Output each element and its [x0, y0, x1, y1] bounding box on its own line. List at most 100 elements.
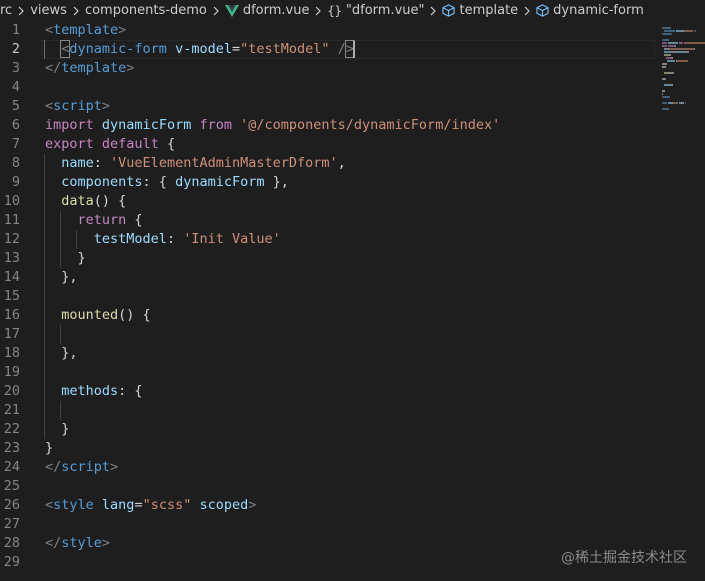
code-line: mounted() { [45, 306, 151, 325]
code-token: > [101, 98, 111, 114]
line-number[interactable]: 18 [0, 344, 20, 363]
line-number[interactable]: 1 [0, 21, 20, 40]
line-number[interactable]: 26 [0, 496, 20, 515]
code-line: </script> [45, 458, 118, 477]
breadcrumb-item-components-demo[interactable]: components-demo [85, 3, 207, 18]
line-number[interactable]: 12 [0, 230, 20, 249]
code-token: </ [45, 60, 62, 76]
code-line: <script> [45, 97, 110, 116]
code-token: > [110, 459, 119, 475]
code-token: }, [264, 174, 289, 190]
code-line: methods: { [45, 382, 143, 401]
chevron-right-icon [311, 6, 325, 16]
code-area[interactable]: <template> <dynamic-form v-model="testMo… [44, 21, 655, 581]
cube-icon [536, 4, 549, 17]
line-number[interactable]: 11 [0, 211, 20, 230]
code-token: } [45, 250, 86, 266]
line-number[interactable]: 4 [0, 78, 20, 97]
line-number[interactable]: 27 [0, 515, 20, 534]
code-line: } [45, 249, 86, 268]
code-token: style [61, 535, 102, 551]
code-editor[interactable]: 1 2 3 4 5 6 7 8 9 10 11 12 13 14 15 16 17 18 19 20 21 22 23 24 2… [0, 21, 705, 581]
code-token: script [61, 459, 111, 475]
code-token: </ [45, 535, 62, 551]
code-token: v-model [175, 41, 232, 57]
breadcrumb: rc views components-demo dform.vue {} "d… [0, 0, 705, 21]
line-number[interactable]: 22 [0, 420, 20, 439]
minimap-token [662, 90, 665, 92]
code-token: : [166, 231, 184, 247]
line-number[interactable]: 2 [0, 40, 20, 59]
breadcrumb-item-dynamic-form[interactable]: dynamic-form [536, 3, 644, 18]
indent-guide [60, 401, 61, 420]
line-number[interactable]: 6 [0, 116, 20, 135]
line-number[interactable]: 10 [0, 192, 20, 211]
line-number[interactable]: 20 [0, 382, 20, 401]
line-number[interactable]: 21 [0, 401, 20, 420]
line-number-gutter[interactable]: 1 2 3 4 5 6 7 8 9 10 11 12 13 14 15 16 17 18 19 20 21 22 23 24 2… [0, 21, 36, 581]
code-token: < [45, 98, 54, 114]
minimap-token [671, 57, 673, 59]
line-number[interactable]: 17 [0, 325, 20, 344]
breadcrumb-item-dform-vue[interactable]: dform.vue [224, 3, 309, 18]
line-number[interactable]: 8 [0, 154, 20, 173]
code-token: from [199, 117, 232, 133]
breadcrumb-item-dform-vue-symbol[interactable]: {} "dform.vue" [327, 3, 424, 18]
code-token: : { [118, 383, 143, 399]
code-token: / [337, 41, 346, 57]
minimap-token [668, 39, 670, 41]
minimap-token [662, 102, 668, 104]
line-number[interactable]: 23 [0, 439, 20, 458]
line-number[interactable]: 15 [0, 287, 20, 306]
code-token: () { [118, 307, 151, 323]
line-number[interactable]: 14 [0, 268, 20, 287]
code-token: return [77, 212, 127, 228]
line-number[interactable]: 28 [0, 534, 20, 553]
line-number[interactable]: 24 [0, 458, 20, 477]
line-number[interactable]: 19 [0, 363, 20, 382]
line-number[interactable]: 9 [0, 173, 20, 192]
breadcrumb-item-views[interactable]: views [30, 3, 67, 18]
indent-guide [60, 325, 61, 344]
chevron-right-icon [520, 6, 534, 16]
line-number[interactable]: 25 [0, 477, 20, 496]
minimap-token [694, 48, 696, 50]
code-token: testModel [93, 231, 167, 247]
breadcrumb-item-template[interactable]: template [442, 3, 518, 18]
breadcrumb-item-src[interactable]: rc [0, 3, 12, 18]
minimap-token [662, 42, 668, 44]
code-line: }, [45, 268, 77, 287]
code-line: testModel: 'Init Value' [45, 230, 281, 249]
breadcrumb-label: rc [0, 3, 13, 18]
indent-guide [76, 230, 77, 249]
code-token: export [45, 136, 94, 152]
code-line: name: 'VueElementAdminMasterDform', [45, 154, 346, 173]
minimap[interactable] [662, 21, 705, 581]
code-token: } [45, 440, 54, 456]
code-token: dynamicForm [101, 117, 192, 133]
indent-guide [60, 211, 61, 268]
minimap-token [662, 63, 667, 65]
code-token: > [248, 497, 257, 513]
line-number[interactable]: 7 [0, 135, 20, 154]
line-number[interactable]: 29 [0, 553, 20, 572]
code-token: { [158, 136, 176, 152]
vue-icon [224, 4, 239, 17]
code-token: 'Init Value' [183, 231, 281, 247]
chevron-right-icon [209, 6, 223, 16]
line-number[interactable]: 3 [0, 59, 20, 78]
line-number[interactable]: 16 [0, 306, 20, 325]
line-number[interactable]: 5 [0, 97, 20, 116]
code-line: import dynamicForm from '@/components/dy… [45, 116, 500, 135]
code-token: style [53, 497, 94, 513]
line-number[interactable]: 13 [0, 249, 20, 268]
vscode-editor-window: rc views components-demo dform.vue {} "d… [0, 0, 705, 581]
breadcrumb-label: "dform.vue" [345, 3, 425, 18]
minimap-token [677, 60, 689, 62]
minimap-token [662, 27, 671, 29]
